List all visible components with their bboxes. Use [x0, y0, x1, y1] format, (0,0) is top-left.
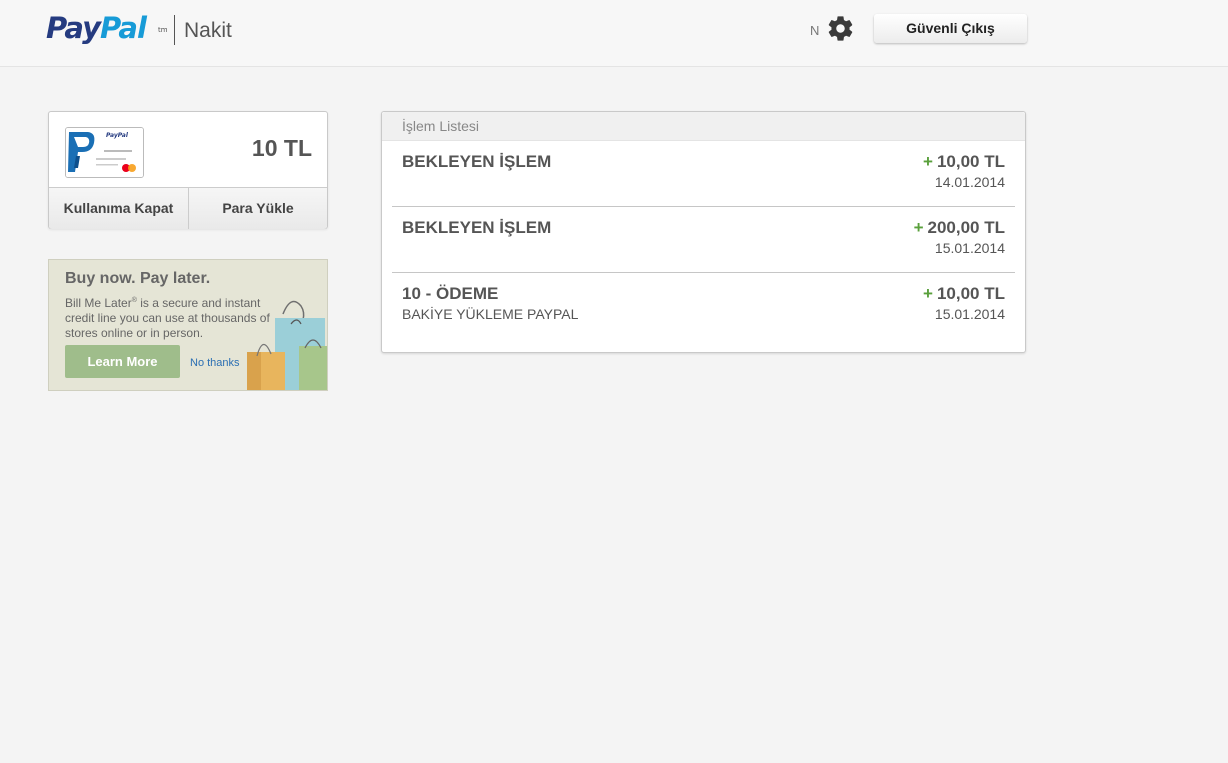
- wallet-balance: 10 TL: [251, 135, 312, 161]
- promo-title: Buy now. Pay later.: [65, 270, 211, 287]
- transaction-row[interactable]: 10 - ÖDEME BAKİYE YÜKLEME PAYPAL +10,00 …: [392, 273, 1015, 338]
- top-bar: PayPal tm Nakit N Güvenli Çıkış: [0, 0, 1228, 67]
- plus-sign: +: [923, 284, 933, 303]
- svg-text:PayPal: PayPal: [106, 132, 129, 139]
- amount-value: 200,00 TL: [927, 218, 1006, 237]
- plus-sign: +: [913, 218, 924, 237]
- close-account-button[interactable]: Kullanıma Kapat: [49, 188, 189, 229]
- gear-icon[interactable]: [826, 14, 855, 43]
- transaction-date: 14.01.2014: [934, 174, 1005, 190]
- transaction-row[interactable]: BEKLEYEN İŞLEM +10,00 TL 14.01.2014: [392, 141, 1015, 207]
- transaction-row[interactable]: BEKLEYEN İŞLEM +200,00 TL 15.01.2014: [392, 207, 1015, 273]
- wallet-card: PayPal 10 TL Kullanıma Kapat Para Yükle: [48, 111, 328, 229]
- transaction-name: BEKLEYEN İŞLEM: [402, 218, 552, 237]
- transaction-name: 10 - ÖDEME: [402, 284, 499, 303]
- secure-logout-button[interactable]: Güvenli Çıkış: [874, 14, 1027, 43]
- transaction-list-title: İşlem Listesi: [382, 112, 1025, 141]
- bill-me-later-promo: Buy now. Pay later. Bill Me Later® is a …: [48, 259, 328, 391]
- logo-pal-text: Pal: [99, 11, 147, 45]
- no-thanks-link[interactable]: No thanks: [190, 357, 240, 369]
- amount-value: 10,00 TL: [936, 284, 1005, 303]
- promo-brand: Bill Me Later: [65, 296, 132, 310]
- paypal-card-icon: PayPal: [65, 127, 144, 178]
- product-name: Nakit: [184, 19, 232, 42]
- add-money-button[interactable]: Para Yükle: [189, 188, 327, 229]
- transaction-list: İşlem Listesi BEKLEYEN İŞLEM +10,00 TL 1…: [381, 111, 1026, 353]
- transaction-amount: +200,00 TL: [914, 218, 1005, 238]
- transaction-date: 15.01.2014: [934, 240, 1005, 256]
- amount-value: 10,00 TL: [936, 152, 1005, 171]
- shopping-bags-icon: [247, 300, 327, 390]
- transaction-amount: +10,00 TL: [923, 284, 1005, 304]
- transaction-amount: +10,00 TL: [923, 152, 1005, 172]
- logo-trademark: tm: [158, 26, 168, 34]
- logo-pay-text: Pay: [46, 11, 101, 45]
- logo-divider: [174, 15, 175, 45]
- paypal-logo[interactable]: PayPal tm: [46, 11, 168, 45]
- transaction-description: BAKİYE YÜKLEME PAYPAL: [402, 306, 579, 322]
- user-initial[interactable]: N: [810, 23, 819, 38]
- wallet-actions: Kullanıma Kapat Para Yükle: [49, 187, 327, 229]
- transaction-date: 15.01.2014: [934, 306, 1005, 322]
- transaction-name: BEKLEYEN İŞLEM: [402, 152, 552, 171]
- learn-more-button[interactable]: Learn More: [65, 345, 180, 378]
- plus-sign: +: [923, 152, 933, 171]
